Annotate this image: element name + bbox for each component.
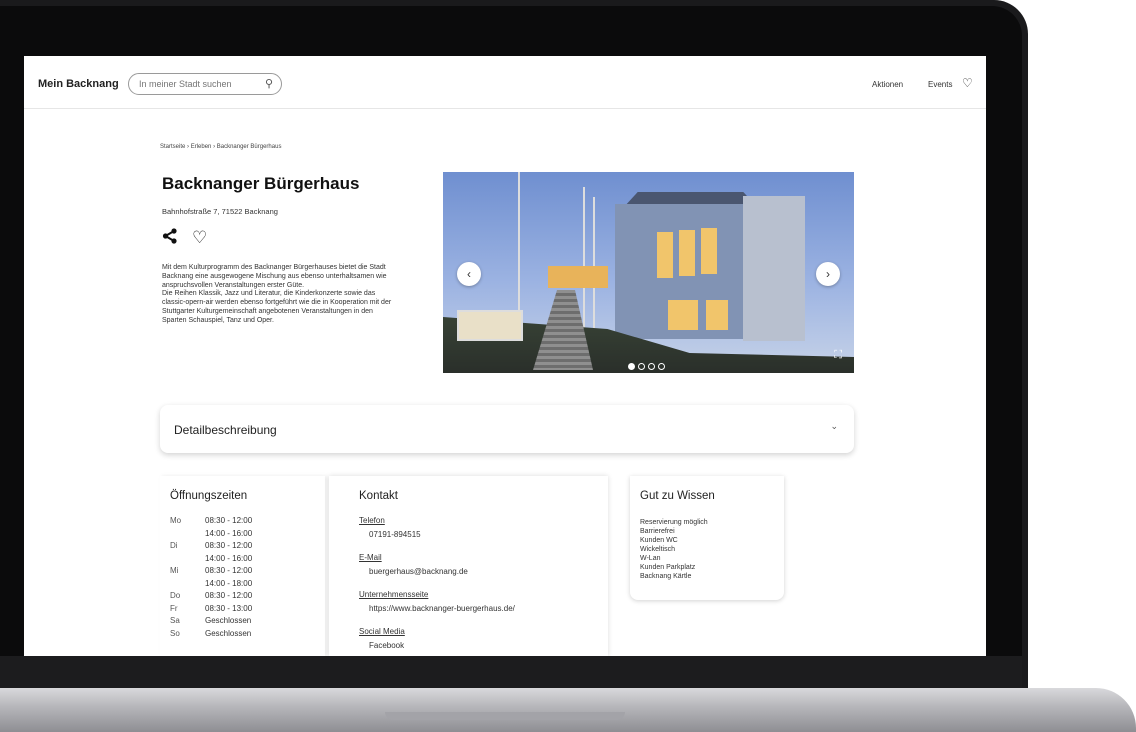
building-window — [706, 300, 728, 330]
search-input[interactable] — [137, 78, 261, 90]
fact-item: Backnang Kärtle — [640, 573, 692, 580]
opening-day: Do — [170, 591, 181, 600]
building-window — [668, 300, 698, 330]
favorites-heart-icon[interactable]: ♡ — [962, 76, 973, 90]
share-icon[interactable] — [162, 228, 178, 249]
carousel-dot[interactable] — [658, 363, 665, 370]
fullscreen-icon[interactable]: ⛶ — [834, 349, 842, 362]
opening-day: So — [170, 628, 180, 638]
opening-time: Geschlossen — [205, 616, 252, 625]
laptop-notch — [385, 712, 625, 720]
opening-day: Mo — [170, 516, 182, 525]
opening-day: Sa — [170, 616, 180, 625]
breadcrumb: Startseite › Erleben › Backnanger Bürger… — [160, 144, 281, 150]
opening-time: 08:30 - 13:00 — [205, 603, 253, 613]
opening-time: 08:30 - 12:00 — [205, 591, 253, 600]
email-label[interactable]: E-Mail — [359, 553, 382, 562]
site-logo[interactable]: Mein Backnang — [38, 78, 119, 90]
opening-time: 08:30 - 12:00 — [205, 566, 253, 575]
browser-viewport: Mein Backnang ⚲ Aktionen Events ♡ Starts… — [24, 56, 986, 656]
carousel-dot[interactable] — [638, 363, 645, 370]
social-label[interactable]: Social Media — [359, 627, 405, 636]
breadcrumb-startseite[interactable]: Startseite — [160, 144, 185, 150]
building-window — [657, 232, 673, 278]
laptop-base — [0, 688, 1136, 732]
building-window — [701, 228, 717, 274]
flag-pole — [583, 187, 585, 337]
opening-time: 14:00 - 16:00 — [205, 528, 253, 538]
carousel-dots — [628, 357, 668, 373]
website-value[interactable]: https://www.backnanger-buergerhaus.de/ — [369, 604, 515, 613]
chevron-down-icon[interactable]: ⌄ — [830, 421, 838, 432]
good-to-know-card: Gut zu Wissen Reservierung möglich Barrie… — [630, 476, 784, 600]
fact-item: Reservierung möglich — [640, 519, 708, 526]
opening-time: 14:00 - 16:00 — [205, 553, 253, 563]
fact-item: Wickeltisch — [640, 546, 676, 553]
contact-card: Kontakt Telefon 07191-894515 E-Mail buer… — [329, 476, 608, 656]
site-header: Mein Backnang ⚲ Aktionen Events ♡ — [24, 56, 986, 109]
fact-item: Barrierefrei — [640, 528, 675, 535]
building-window — [548, 266, 608, 288]
opening-hours-title: Öffnungszeiten — [170, 490, 248, 502]
opening-day: Mi — [170, 566, 179, 575]
laptop-screen-bezel — [0, 656, 1022, 688]
fact-item: Kunden Parkplatz — [640, 564, 696, 571]
search-box[interactable]: ⚲ — [128, 73, 282, 95]
breadcrumb-erleben[interactable]: Erleben — [191, 144, 212, 150]
heart-icon[interactable]: ♡ — [192, 228, 207, 248]
email-value[interactable]: buergerhaus@backnang.de — [369, 567, 468, 576]
opening-time: 14:00 - 18:00 — [205, 578, 253, 588]
venue-description: Mit dem Kulturprogramm des Backnanger Bü… — [162, 264, 392, 324]
opening-day: Fr — [170, 603, 178, 613]
phone-value[interactable]: 07191-894515 — [369, 530, 421, 539]
breadcrumb-current: Backnanger Bürgerhaus — [216, 144, 282, 150]
image-carousel[interactable]: ‹ › ⛶ — [443, 172, 854, 373]
building-side — [743, 196, 805, 341]
nav-aktionen[interactable]: Aktionen — [872, 80, 903, 89]
fact-item: Kunden WC — [640, 537, 678, 544]
nav-events[interactable]: Events — [928, 80, 952, 89]
venue-address: Bahnhofstraße 7, 71522 Backnang — [162, 207, 278, 216]
contact-title: Kontakt — [359, 490, 398, 502]
phone-label[interactable]: Telefon — [359, 516, 385, 525]
good-to-know-list: Reservierung möglich Barrierefrei Kunden W… — [640, 518, 708, 581]
opening-time: 08:30 - 12:00 — [205, 541, 253, 550]
page-title: Backnanger Bürgerhaus — [162, 174, 360, 193]
website-label[interactable]: Unternehmensseite — [359, 590, 428, 599]
social-value[interactable]: Facebook — [369, 641, 404, 650]
carousel-dot[interactable] — [648, 363, 655, 370]
search-icon[interactable]: ⚲ — [265, 77, 273, 90]
detail-accordion[interactable]: Detailbeschreibung ⌄ — [160, 405, 854, 453]
opening-time: 08:30 - 12:00 — [205, 516, 253, 525]
opening-day: Di — [170, 541, 178, 550]
poster-display — [457, 310, 523, 341]
building-window — [679, 230, 695, 276]
opening-time: Geschlossen — [205, 628, 252, 638]
accordion-label: Detailbeschreibung — [174, 423, 277, 437]
carousel-prev-button[interactable]: ‹ — [457, 262, 481, 286]
fact-item: W-Lan — [640, 555, 661, 562]
carousel-dot[interactable] — [628, 363, 635, 370]
opening-hours-card: Öffnungszeiten Mo 08:30 - 12:00 14:00 - 16… — [160, 476, 325, 656]
good-to-know-title: Gut zu Wissen — [640, 490, 715, 502]
carousel-next-button[interactable]: › — [816, 262, 840, 286]
